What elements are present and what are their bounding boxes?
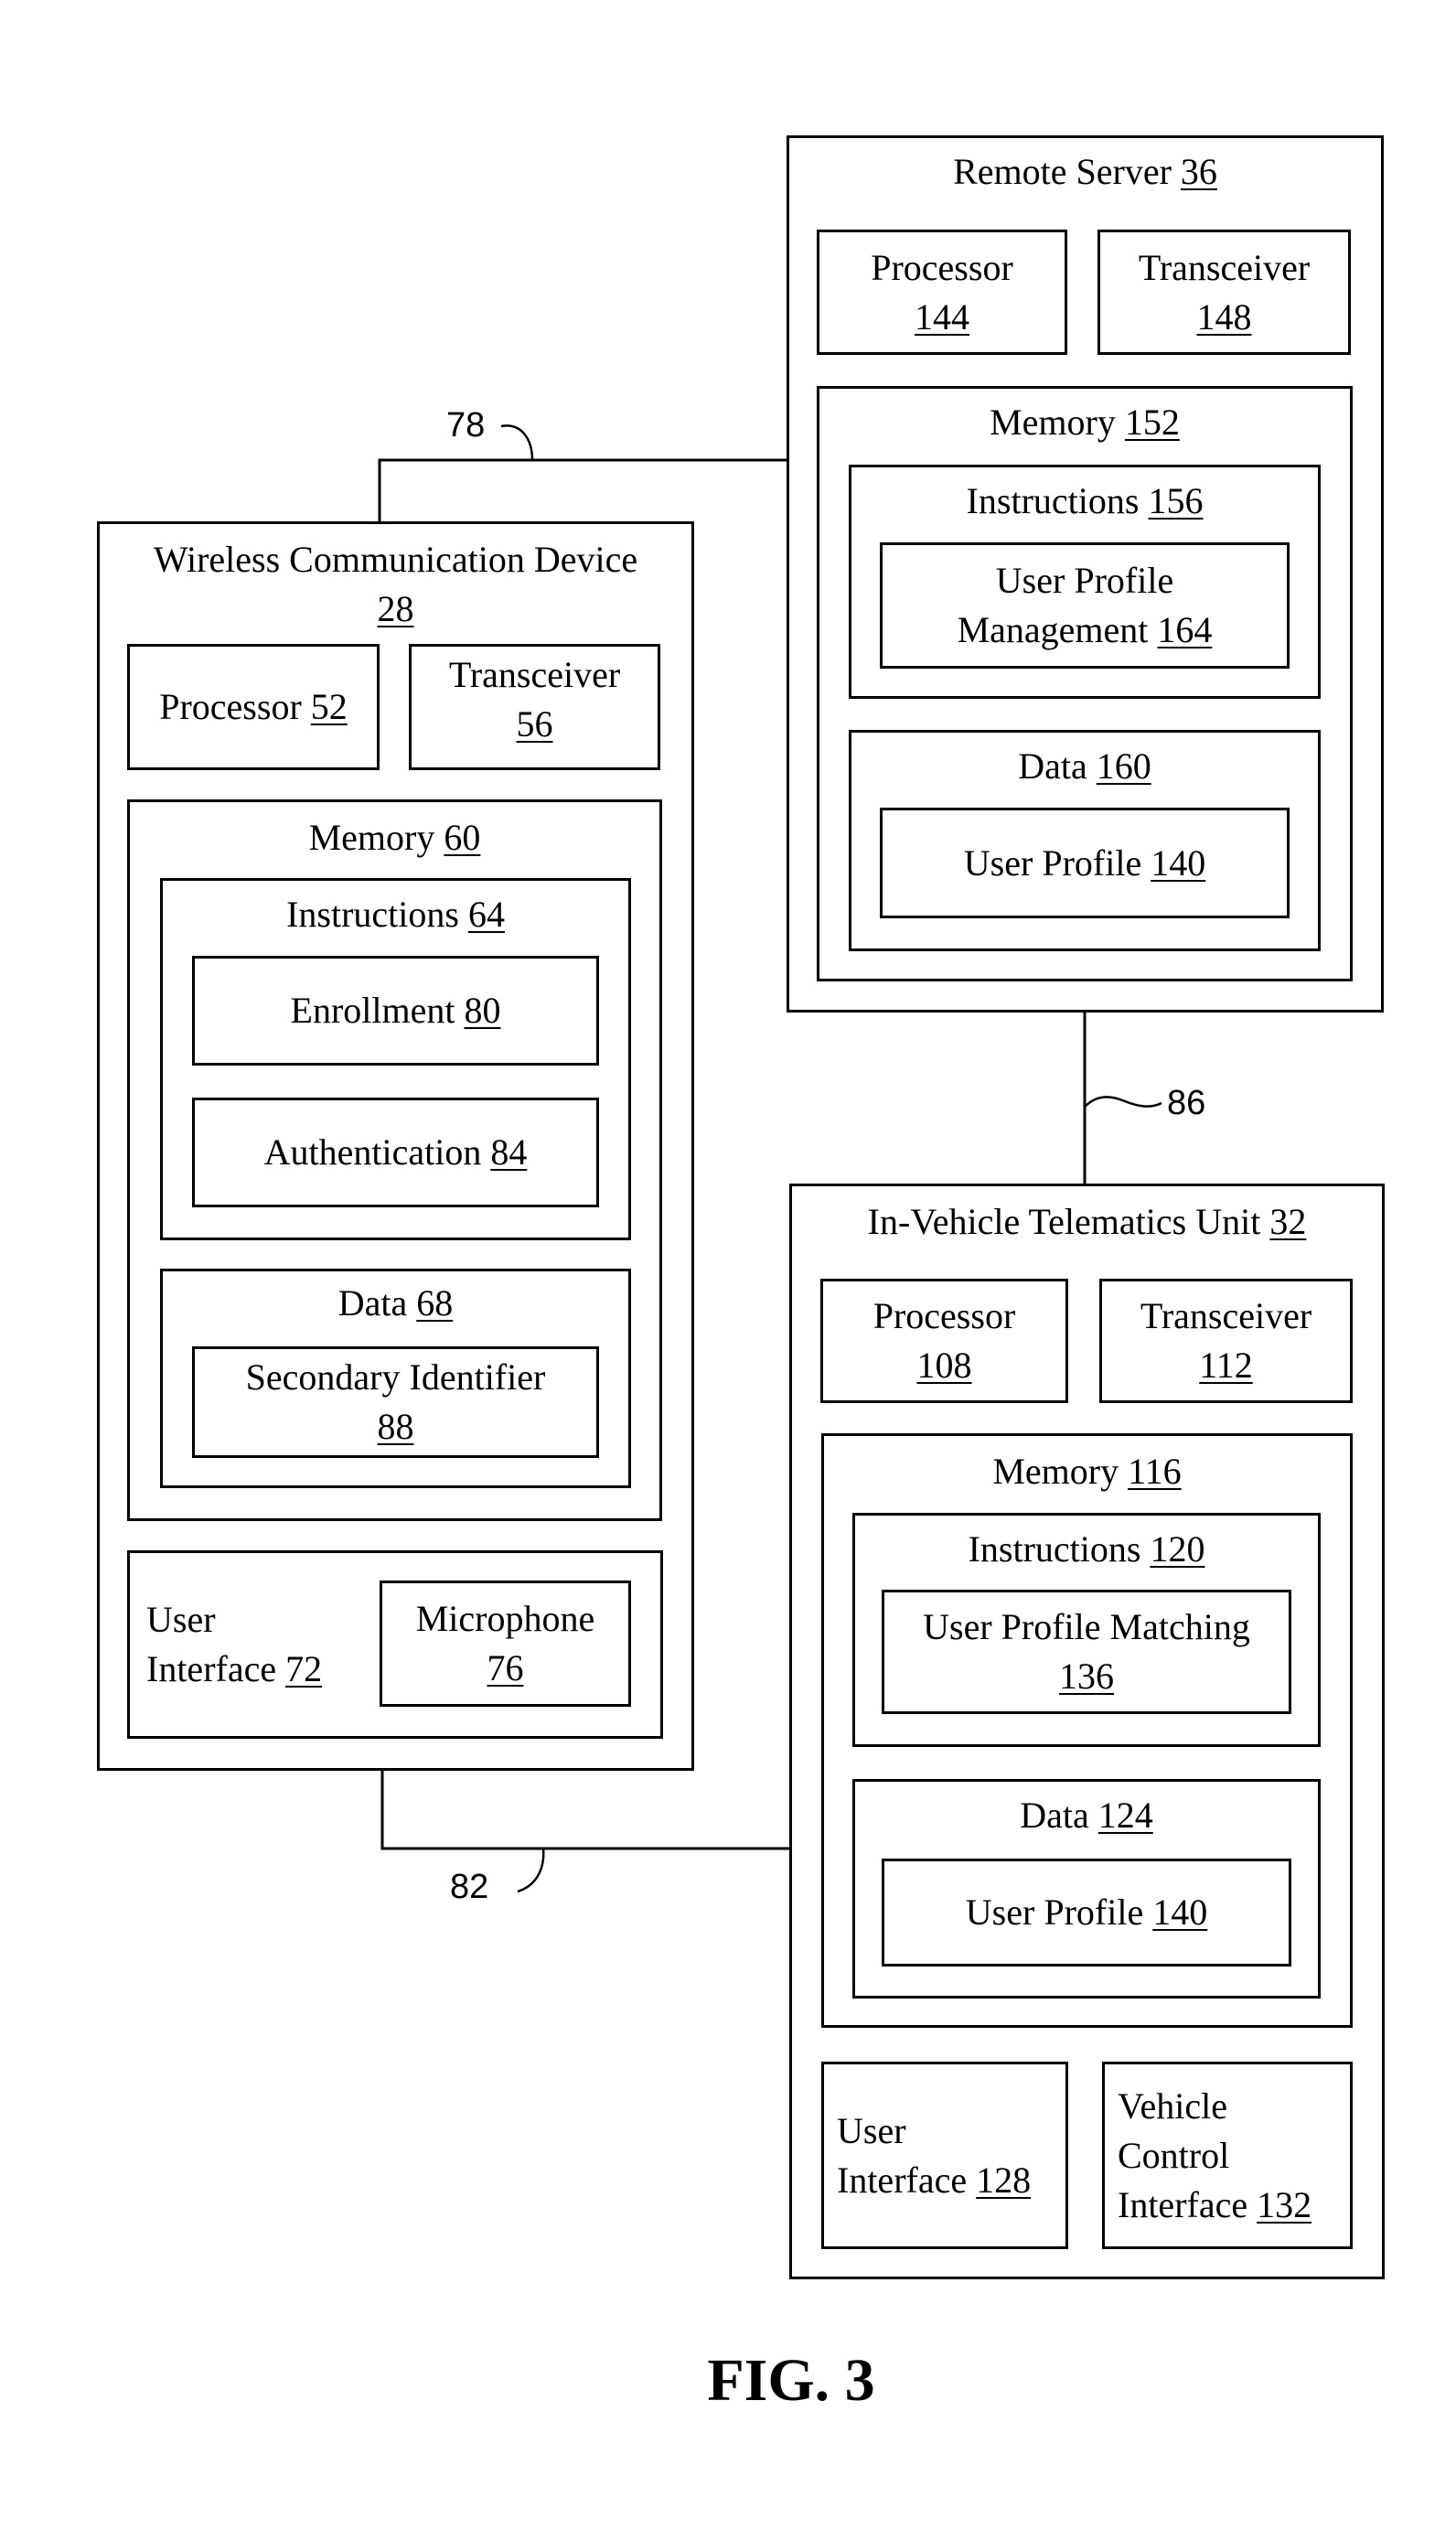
telematics-user-profile: User Profile 140 <box>882 1859 1291 1967</box>
remote-server-transceiver: Transceiver 148 <box>1097 230 1351 355</box>
link-82-line <box>380 1771 789 1850</box>
telematics-user-interface: User Interface 128 <box>821 2062 1068 2249</box>
link-86-label: 86 <box>1167 1084 1206 1122</box>
link-86-leader <box>1084 1096 1162 1108</box>
user-profile-management-module: User Profile Management 164 <box>880 542 1290 669</box>
figure-caption: FIG. 3 <box>707 2347 875 2414</box>
link-78-line <box>378 458 787 521</box>
vehicle-control-interface: Vehicle Control Interface 132 <box>1102 2062 1353 2249</box>
remote-server-title: Remote Server 36 <box>953 151 1217 192</box>
authentication-module: Authentication 84 <box>192 1098 599 1207</box>
remote-server-processor: Processor 144 <box>817 230 1067 355</box>
link-78-label: 78 <box>446 406 486 445</box>
secondary-identifier: Secondary Identifier 88 <box>192 1346 599 1458</box>
wireless-device-processor: Processor 52 <box>127 644 380 770</box>
telematics-processor: Processor 108 <box>820 1279 1068 1403</box>
remote-server-user-profile: User Profile 140 <box>880 808 1290 918</box>
link-78-leader <box>500 424 534 461</box>
link-82-label: 82 <box>450 1868 489 1906</box>
telematics-transceiver: Transceiver 112 <box>1099 1279 1353 1403</box>
link-82-leader <box>517 1848 545 1893</box>
user-profile-matching-module: User Profile Matching 136 <box>882 1590 1291 1714</box>
wireless-device-transceiver: Transceiver 56 <box>409 644 660 770</box>
microphone: Microphone 76 <box>380 1581 631 1707</box>
enrollment-module: Enrollment 80 <box>192 956 599 1066</box>
